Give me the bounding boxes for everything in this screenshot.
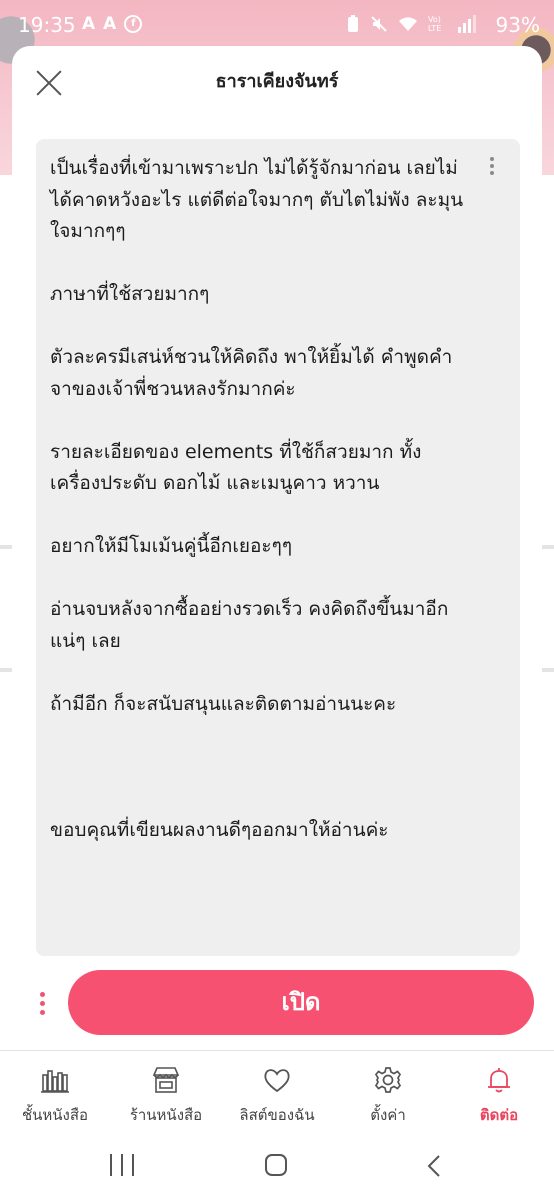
lte-label: Vo) LTE <box>428 15 442 33</box>
nav-label: ลิสต์ของฉัน <box>239 1106 315 1124</box>
status-bar: 19:35 A A f Vo) LTE 93% <box>0 0 554 52</box>
review-blank-space <box>50 752 470 815</box>
mute-icon <box>371 16 387 32</box>
review-paragraph: ถ้ามีอีก ก็จะสนับสนุนและติดตามอ่านนะคะ <box>50 692 397 715</box>
review-paragraph: ขอบคุณที่เขียนผลงานดีๆออกมาให้อ่านค่ะ <box>50 818 389 841</box>
signal-icon <box>458 15 476 33</box>
background-page-right-edge <box>542 175 554 1055</box>
system-navigation-bar <box>0 1136 554 1200</box>
nav-item-bookstore[interactable]: ร้านหนังสือ <box>111 1051 221 1137</box>
review-sheet: ธาราเคียงจันทร์ เป็นเรื่องที่เข้ามาเพราะ… <box>12 46 542 1050</box>
back-button[interactable] <box>424 1154 446 1178</box>
home-button[interactable] <box>265 1154 287 1176</box>
recent-apps-button[interactable] <box>110 1154 134 1176</box>
heart-icon <box>264 1069 290 1093</box>
review-card: เป็นเรื่องที่เข้ามาเพราะปก ไม่ได้รู้จักม… <box>36 139 520 956</box>
facebook-icon: f <box>124 15 143 33</box>
battery-percent: 93% <box>495 13 540 37</box>
review-paragraph: เป็นเรื่องที่เข้ามาเพราะปก ไม่ได้รู้จักม… <box>50 157 464 242</box>
background-divider <box>0 545 12 549</box>
status-time: 19:35 <box>18 13 76 37</box>
gear-icon <box>374 1067 402 1093</box>
bottom-nav: ชั้นหนังสือ ร้านหนังสือ ลิสต์ของฉัน ตั้ง… <box>0 1050 554 1137</box>
background-divider <box>542 545 554 549</box>
background-divider <box>0 668 12 672</box>
review-paragraph: อ่านจบหลังจากซื้ออย่างรวดเร็ว คงคิดถึงขึ… <box>50 598 449 652</box>
nav-label: ร้านหนังสือ <box>129 1106 203 1124</box>
review-text: เป็นเรื่องที่เข้ามาเพราะปก ไม่ได้รู้จักม… <box>50 153 470 878</box>
wifi-icon <box>399 17 417 31</box>
bookshelf-icon <box>41 1070 69 1093</box>
review-paragraph: อยากให้มีโมเม้นคู่นี้อีกเยอะๆๆ <box>50 535 293 557</box>
bell-icon <box>488 1068 510 1093</box>
nav-label: ตั้งค่า <box>370 1106 406 1124</box>
status-right-icons: Vo) LTE <box>346 15 476 33</box>
nav-item-settings[interactable]: ตั้งค่า <box>333 1051 443 1137</box>
nav-label: ติดต่อ <box>479 1106 519 1124</box>
nav-item-contact[interactable]: ติดต่อ <box>444 1051 554 1137</box>
nav-item-bookshelf[interactable]: ชั้นหนังสือ <box>0 1051 110 1137</box>
review-more-options-icon[interactable] <box>488 157 496 179</box>
open-button[interactable]: เปิด <box>68 970 534 1035</box>
book-title: ธาราเคียงจันทร์ <box>215 71 339 92</box>
notification-a-icon: A <box>103 14 117 34</box>
nav-item-my-list[interactable]: ลิสต์ของฉัน <box>222 1051 332 1137</box>
review-paragraph: รายละเอียดของ elements ที่ใช้ก็สวยมาก ทั… <box>50 440 422 495</box>
review-paragraph: ตัวละครมีเสน่ห์ชวนให้คิดถึง พาให้ยิ้มได้… <box>50 346 453 400</box>
review-paragraph: ภาษาที่ใช้สวยมากๆ <box>50 283 210 305</box>
store-icon <box>152 1067 180 1093</box>
nav-label: ชั้นหนังสือ <box>21 1106 89 1124</box>
notification-a-icon: A <box>82 14 96 34</box>
more-options-icon[interactable] <box>38 992 46 1016</box>
background-page-left-edge <box>0 175 12 1055</box>
background-divider <box>542 668 554 672</box>
status-left-icons: A A f <box>82 14 143 34</box>
battery-saver-icon <box>348 15 358 32</box>
